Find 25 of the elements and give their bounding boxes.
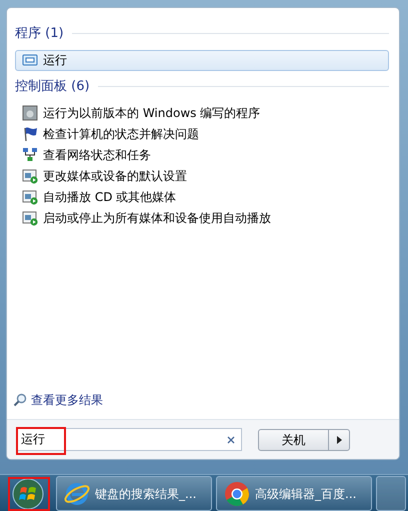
see-more-results-link[interactable]: 查看更多结果 [31, 391, 103, 409]
group-heading: 程序 (1) [15, 25, 64, 43]
media-icon [22, 188, 38, 204]
result-item[interactable]: 检查计算机的状态并解决问题 [15, 123, 389, 144]
taskbar-button[interactable]: 键盘的搜索结果_... [56, 476, 212, 511]
group-heading: 控制面板 (6) [15, 78, 90, 96]
result-item[interactable]: 运行 [15, 50, 389, 70]
network-icon [22, 146, 38, 162]
result-item[interactable]: 自动播放 CD 或其他媒体 [15, 186, 389, 207]
result-item[interactable]: 启动或停止为所有媒体和设备使用自动播放 [15, 207, 389, 228]
program-icon [22, 104, 38, 120]
search-field[interactable]: 运行 [16, 428, 242, 451]
result-item[interactable]: 运行为以前版本的 Windows 编写的程序 [15, 102, 389, 123]
result-item[interactable]: 更改媒体或设备的默认设置 [15, 165, 389, 186]
clear-icon[interactable] [227, 436, 235, 444]
start-button[interactable] [12, 478, 44, 510]
media-icon [22, 210, 38, 226]
result-item[interactable]: 查看网络状态和任务 [15, 144, 389, 165]
arrow-icon [336, 436, 342, 444]
browser-icon [223, 480, 251, 508]
taskbar-button[interactable]: 高级编辑器_百度... [216, 476, 372, 511]
media-icon [22, 168, 38, 184]
search-icon [13, 393, 27, 407]
flag-icon [22, 126, 38, 142]
window-icon [22, 52, 38, 68]
